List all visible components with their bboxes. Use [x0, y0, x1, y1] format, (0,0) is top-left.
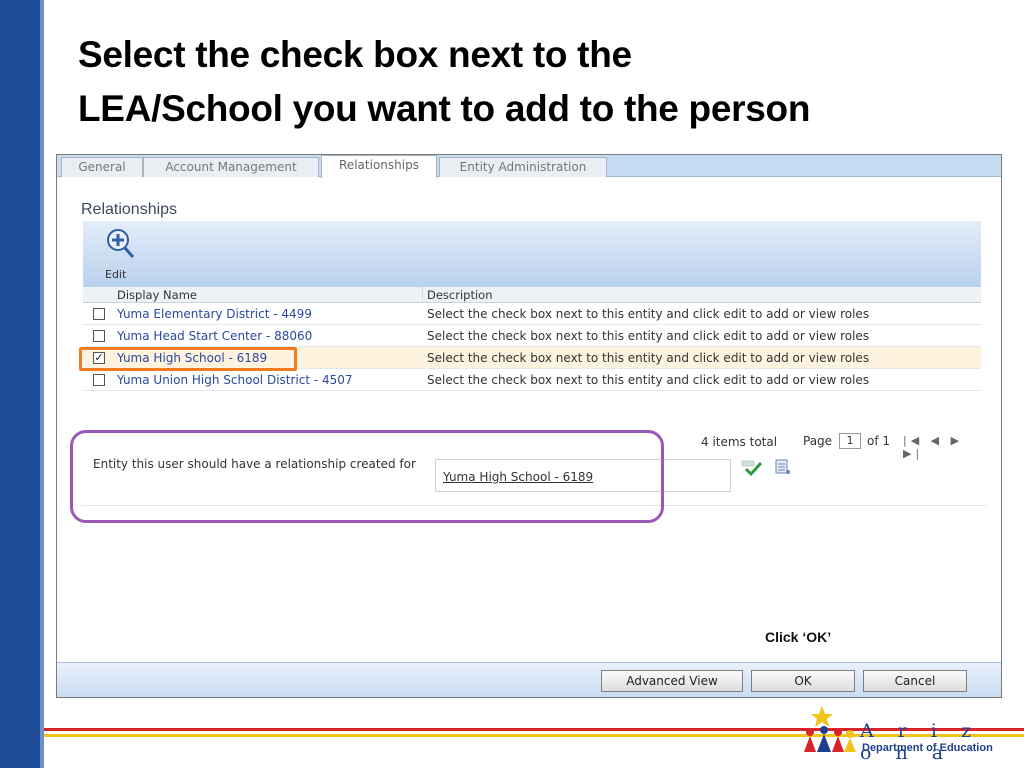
edit-label: Edit — [105, 268, 127, 281]
row-checkbox[interactable] — [93, 308, 105, 320]
zoom-plus-icon — [105, 227, 137, 265]
row-description: Select the check box next to this entity… — [427, 351, 870, 365]
row-description: Select the check box next to this entity… — [427, 329, 870, 343]
items-total: 4 items total — [701, 435, 778, 449]
row-display-name[interactable]: Yuma Union High School District - 4507 — [117, 373, 353, 387]
slide-title: Select the check box next to the LEA/Sch… — [78, 28, 978, 136]
slide-title-line2: LEA/School you want to add to the person — [78, 88, 811, 129]
slide-left-bar — [0, 0, 44, 768]
dialog-footer: Advanced View OK Cancel — [57, 662, 1001, 697]
tab-relationships[interactable]: Relationships — [321, 155, 437, 178]
column-display-name[interactable]: Display Name — [117, 288, 197, 302]
ade-logo: A r i z o n a Department of Education — [800, 704, 1014, 764]
grid-header: Display Name Description — [83, 287, 981, 303]
entity-highlight — [70, 430, 664, 523]
table-row[interactable]: Yuma Elementary District - 4499 Select t… — [83, 303, 981, 325]
pager-nav-icons[interactable]: |◀ ◀ ▶ ▶| — [903, 434, 981, 460]
edit-button[interactable]: Edit — [103, 225, 137, 281]
toolbar: Edit — [83, 221, 981, 287]
logo-department: Department of Education — [862, 742, 993, 754]
click-ok-annotation: Click ‘OK’ — [765, 629, 832, 645]
page-number-input[interactable]: 1 — [839, 433, 861, 449]
row-checkbox[interactable] — [93, 374, 105, 386]
lookup-icon[interactable] — [773, 457, 793, 481]
row-checkbox[interactable] — [93, 330, 105, 342]
tab-general[interactable]: General — [61, 157, 143, 177]
table-row[interactable]: Yuma Union High School District - 4507 S… — [83, 369, 981, 391]
tab-entity-administration[interactable]: Entity Administration — [439, 157, 607, 177]
cancel-button[interactable]: Cancel — [863, 670, 967, 692]
tab-bar: General Account Management Relationships… — [57, 155, 1001, 178]
page-label: Page — [803, 434, 833, 448]
app-window: General Account Management Relationships… — [56, 154, 1002, 698]
row-display-name[interactable]: Yuma Head Start Center - 88060 — [117, 329, 312, 343]
row-display-name[interactable]: Yuma Elementary District - 4499 — [117, 307, 312, 321]
checkmark-icon[interactable] — [741, 459, 763, 481]
slide-title-line1: Select the check box next to the — [78, 34, 632, 75]
row-description: Select the check box next to this entity… — [427, 373, 870, 387]
advanced-view-button[interactable]: Advanced View — [601, 670, 743, 692]
column-divider — [422, 287, 423, 303]
tab-account-management[interactable]: Account Management — [143, 157, 319, 177]
column-description[interactable]: Description — [427, 288, 493, 302]
page-count: of 1 — [867, 434, 891, 448]
selected-row-highlight — [79, 347, 297, 371]
relationships-grid: Display Name Description Yuma Elementary… — [83, 287, 981, 391]
ok-button[interactable]: OK — [751, 670, 855, 692]
table-row[interactable]: Yuma Head Start Center - 88060 Select th… — [83, 325, 981, 347]
relationships-heading: Relationships — [81, 201, 178, 218]
row-description: Select the check box next to this entity… — [427, 307, 870, 321]
